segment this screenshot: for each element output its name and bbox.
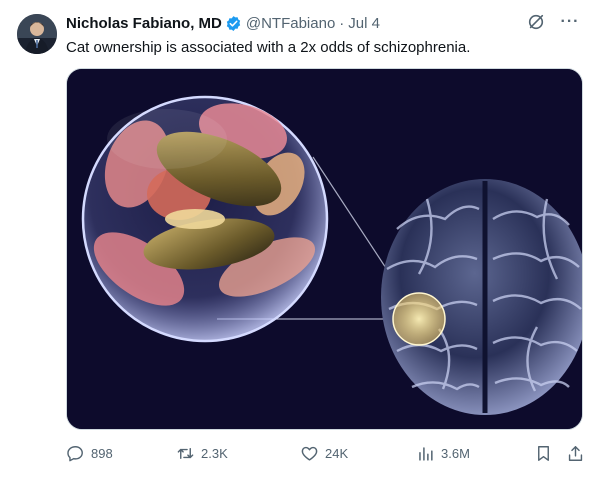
heart-icon bbox=[301, 446, 318, 461]
author-name[interactable]: Nicholas Fabiano, MD bbox=[66, 15, 222, 32]
author-handle[interactable]: @NTFabiano bbox=[246, 15, 335, 32]
tweet-date[interactable]: Jul 4 bbox=[348, 15, 380, 32]
tweet-text: Cat ownership is associated with a 2x od… bbox=[66, 39, 471, 56]
separator-dot: · bbox=[339, 14, 345, 32]
top-actions: ··· bbox=[526, 12, 580, 32]
reply-count: 898 bbox=[91, 445, 113, 461]
more-options-icon[interactable]: ··· bbox=[560, 12, 580, 32]
repost-button[interactable]: 2.3K bbox=[176, 440, 228, 466]
analytics-icon bbox=[419, 446, 433, 461]
views-button[interactable]: 3.6M bbox=[416, 440, 470, 466]
tweet-actions: 898 2.3K 24K 3.6M bbox=[66, 440, 586, 466]
share-button[interactable] bbox=[566, 440, 585, 466]
tweet-media-image[interactable] bbox=[66, 68, 583, 430]
bookmark-icon bbox=[538, 445, 549, 461]
bookmark-button[interactable] bbox=[534, 440, 553, 466]
share-icon bbox=[568, 445, 583, 461]
like-count: 24K bbox=[325, 445, 349, 461]
tweet-header: Nicholas Fabiano, MD @NTFabiano · Jul 4 bbox=[66, 13, 380, 33]
grok-icon[interactable] bbox=[526, 12, 546, 32]
avatar[interactable] bbox=[17, 14, 57, 54]
views-count: 3.6M bbox=[441, 445, 470, 461]
reply-icon bbox=[67, 445, 83, 461]
verified-badge-icon bbox=[225, 15, 242, 32]
repost-icon bbox=[177, 447, 194, 459]
repost-count: 2.3K bbox=[201, 445, 228, 461]
tweet[interactable]: Nicholas Fabiano, MD @NTFabiano · Jul 4 … bbox=[0, 0, 598, 482]
like-button[interactable]: 24K bbox=[300, 440, 348, 466]
reply-button[interactable]: 898 bbox=[66, 440, 113, 466]
